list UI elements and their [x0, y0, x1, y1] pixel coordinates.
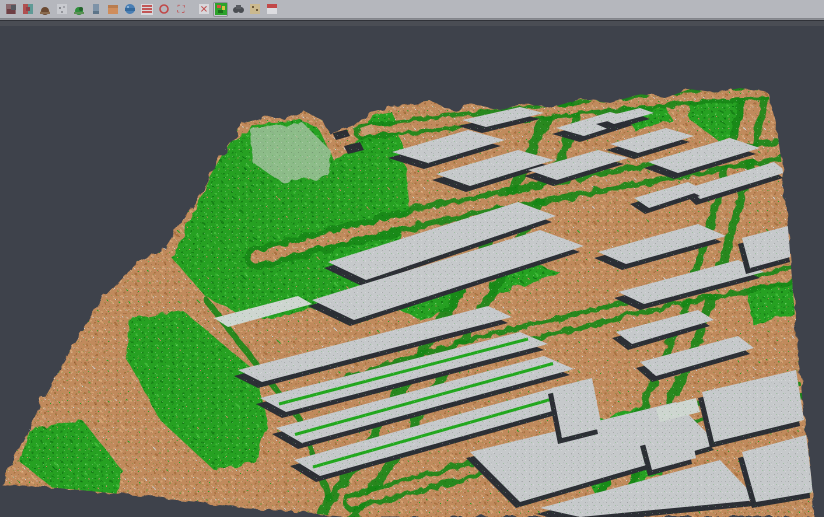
binoculars-icon[interactable]: [230, 2, 245, 17]
terrain-brown-icon[interactable]: [37, 2, 52, 17]
edit-points-icon[interactable]: [3, 2, 18, 17]
viewport-container: [0, 26, 824, 517]
svg-text:⛶: ⛶: [176, 5, 185, 16]
application-window: ⛶✕: [0, 0, 824, 517]
flag-save-icon[interactable]: [264, 2, 279, 17]
clear-selection-icon[interactable]: ✕: [196, 2, 211, 17]
ground-class-icon[interactable]: [105, 2, 120, 17]
globe-icon[interactable]: [122, 2, 137, 17]
swap-views-icon[interactable]: [20, 2, 35, 17]
point-cloud-icon[interactable]: [54, 2, 69, 17]
main-toolbar: ⛶✕: [0, 0, 824, 19]
wall-section-icon[interactable]: [88, 2, 103, 17]
terrain-green-icon[interactable]: [71, 2, 86, 17]
measure-icon[interactable]: [247, 2, 262, 17]
profile-lines-icon[interactable]: [139, 2, 154, 17]
zoom-extent-icon[interactable]: ⛶: [173, 2, 188, 17]
classification-colors-icon[interactable]: [213, 2, 228, 17]
svg-text:✕: ✕: [199, 5, 207, 16]
viewport-3d[interactable]: [0, 26, 824, 517]
circle-select-icon[interactable]: [156, 2, 171, 17]
